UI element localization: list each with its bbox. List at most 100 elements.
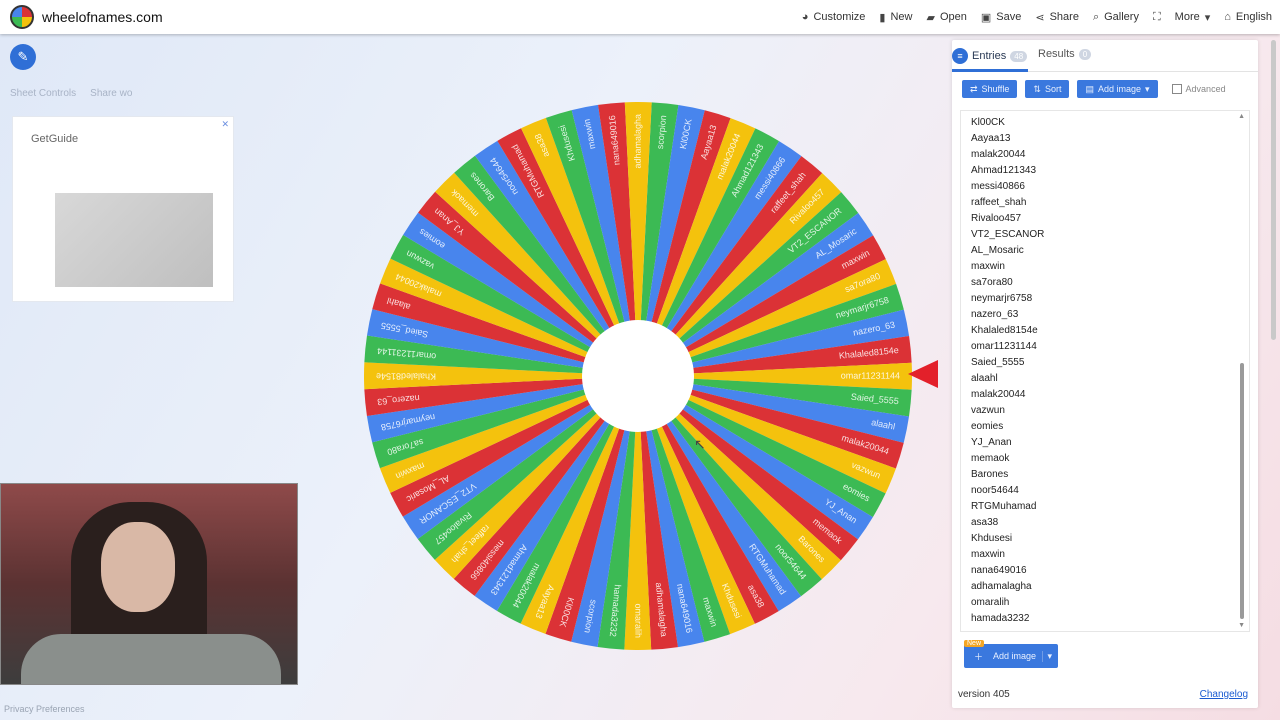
shuffle-button[interactable]: ⇄ Shuffle <box>962 80 1018 98</box>
page-scrollbar[interactable] <box>1271 40 1276 340</box>
privacy-text: Privacy Preferences <box>4 704 85 714</box>
entry-item: maxwin <box>971 549 1005 560</box>
entry-item: RTGMuhamad <box>971 501 1037 512</box>
entry-item: omaralih <box>971 597 1010 608</box>
share-icon: ⋖ <box>1035 11 1045 24</box>
entries-panel: ≡ Entries 48 Results 0 ⇄ Shuffle ⇅ Sort ▤ A… <box>952 40 1258 708</box>
active-tab-underline <box>952 69 1028 72</box>
file-icon: ▮ <box>879 11 886 24</box>
entry-item: Saied_5555 <box>971 357 1025 368</box>
entry-item: Khdusesi <box>971 533 1013 544</box>
entries-tab-icon: ≡ <box>952 48 968 64</box>
entry-item: omar11231144 <box>971 341 1037 352</box>
scroll-down-icon[interactable]: ▼ <box>1238 622 1245 629</box>
wheel-slice-label: omar11231144 <box>841 371 900 381</box>
shuffle-icon: ⇄ <box>970 83 978 94</box>
chevron-down-icon: ▾ <box>1204 11 1211 24</box>
left-link-1[interactable]: Share wo <box>90 88 132 99</box>
webcam-overlay <box>0 483 298 685</box>
wheel-logo-icon <box>10 5 34 29</box>
ad-image <box>55 193 213 287</box>
wheel-svg[interactable]: scorpion Kl00CK Aayaa13malak20044Ahmad1213… <box>362 100 914 652</box>
entries-textarea[interactable]: ▲ ▼ scorpion Kl00CK Aayaa13 malak20044 Ahmad… <box>960 110 1250 632</box>
sort-icon: ⇅ <box>1033 83 1041 94</box>
entry-item: noor54644 <box>971 485 1019 496</box>
top-bar: wheelofnames.com ◕ Customize ▮ New ▰ Open ▣… <box>0 0 1280 34</box>
search-icon: ⌕ <box>1092 10 1100 23</box>
entry-item: raffeet_shah <box>971 197 1027 208</box>
entry-item: messi40866 <box>971 181 1025 192</box>
entry-item: malak20044 <box>971 149 1026 160</box>
entries-scrollbar[interactable]: ▲ ▼ <box>1238 113 1245 629</box>
entry-item: AL_Mosaric <box>971 245 1024 256</box>
site-title: wheelofnames.com <box>42 9 163 25</box>
entries-count-badge: 48 <box>1010 50 1028 62</box>
entry-item: memaok <box>971 453 1010 464</box>
ad-box[interactable]: ✕ GetGuide <box>12 116 234 302</box>
entry-item: Rivaloo457 <box>971 213 1022 224</box>
entry-item: vazwun <box>971 405 1005 416</box>
wheel-slice-label: adhamalagha <box>633 114 643 169</box>
edit-pencil-button[interactable]: ✎ <box>10 44 36 70</box>
add-image-dropdown[interactable]: ▤ Add image ▾ <box>1077 80 1158 98</box>
chevron-down-icon[interactable]: ▾ <box>1042 650 1052 662</box>
name-wheel[interactable]: scorpion Kl00CK Aayaa13 malak20044 Ahmad1213… <box>362 100 914 652</box>
nav-new[interactable]: ▮ New <box>879 11 912 24</box>
entry-item: neymarjr6758 <box>971 293 1033 304</box>
scroll-up-icon[interactable]: ▲ <box>1238 113 1245 120</box>
nav-more[interactable]: More ▾ <box>1175 11 1211 24</box>
entry-item: alaahl <box>971 373 998 384</box>
webcam-face <box>101 522 175 612</box>
add-image-button[interactable]: ＋ Add image ▾ <box>964 644 1058 668</box>
advanced-checkbox[interactable] <box>1171 84 1182 94</box>
wheel-center[interactable] <box>582 320 694 432</box>
changelog-link[interactable]: Changelog <box>1200 689 1248 700</box>
wheel-slice-label: Khalaled8154e <box>376 371 436 381</box>
sort-button[interactable]: ⇅ Sort <box>1025 80 1070 98</box>
wheel-slice-label: omaralih <box>633 603 643 638</box>
nav-language[interactable]: ⌂ English <box>1224 11 1272 23</box>
results-count-badge: 0 <box>1078 48 1092 60</box>
entry-item: scorpion <box>971 111 1009 112</box>
nav-share[interactable]: ⋖ Share <box>1035 11 1079 24</box>
entry-item: VT2_ESCANOR <box>971 229 1045 240</box>
tab-results[interactable]: Results 0 <box>1038 48 1092 60</box>
entry-item: adhamalagha <box>971 581 1032 592</box>
entry-item: Aayaa13 <box>971 133 1011 144</box>
mouse-cursor-icon: ↖ <box>694 436 706 452</box>
ad-brand: GetGuide <box>31 133 79 145</box>
image-icon: ▤ <box>1085 83 1094 94</box>
nav-fullscreen[interactable]: ⛶ <box>1153 11 1161 24</box>
left-link-0[interactable]: Sheet Controls <box>10 88 76 99</box>
ad-close-icon[interactable]: ✕ <box>221 119 229 130</box>
tab-entries[interactable]: ≡ Entries 48 <box>952 48 1028 64</box>
nav-save[interactable]: ▣ Save <box>981 11 1021 24</box>
nav-customize[interactable]: ◕ Customize <box>802 11 866 23</box>
entry-item: maxwin <box>971 261 1005 272</box>
entry-item: Kl00CK <box>971 117 1005 128</box>
version-text: version 405 <box>958 689 1010 700</box>
folder-icon: ▰ <box>926 11 935 24</box>
new-badge: New <box>964 640 985 647</box>
entry-item: Barones <box>971 469 1009 480</box>
chevron-down-icon: ▾ <box>1145 83 1150 94</box>
entry-item: nana649016 <box>971 565 1027 576</box>
entry-actions: ⇄ Shuffle ⇅ Sort ▤ Add image ▾ Advanced <box>962 80 1226 98</box>
save-icon: ▣ <box>980 11 992 24</box>
entry-item: Khalaled8154e <box>971 325 1038 336</box>
globe-icon: ⌂ <box>1224 11 1231 23</box>
entry-item: asa38 <box>971 517 999 528</box>
main-nav: ◕ Customize ▮ New ▰ Open ▣ Save ⋖ Share ⌕ Gall… <box>802 0 1272 34</box>
wheel-pointer <box>908 360 938 388</box>
entry-item: hamada3232 <box>971 613 1030 624</box>
site-logo[interactable]: wheelofnames.com <box>10 5 163 29</box>
entry-item: nazero_63 <box>971 309 1019 320</box>
entry-item: sa7ora80 <box>971 277 1013 288</box>
nav-open[interactable]: ▰ Open <box>927 11 967 24</box>
pencil-icon: ✎ <box>17 49 29 64</box>
advanced-toggle[interactable]: Advanced <box>1171 84 1226 94</box>
entries-scroll-thumb[interactable] <box>1240 363 1244 619</box>
nav-gallery[interactable]: ⌕ Gallery <box>1093 11 1139 24</box>
palette-icon: ◕ <box>801 11 809 23</box>
fullscreen-icon: ⛶ <box>1152 10 1161 23</box>
